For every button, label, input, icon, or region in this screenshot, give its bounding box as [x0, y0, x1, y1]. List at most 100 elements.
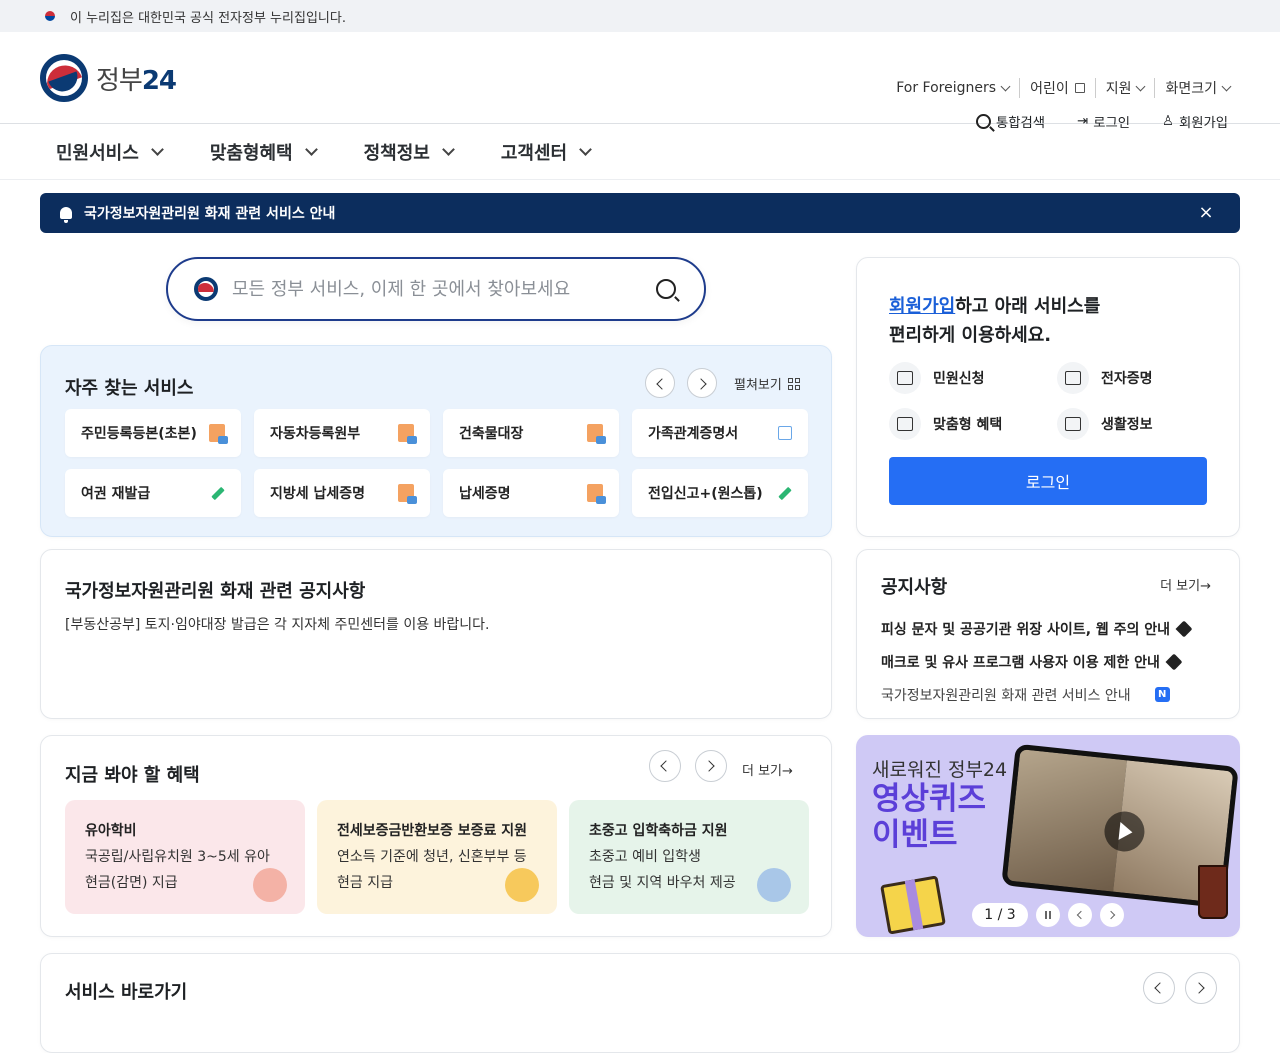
prev-arrow-button[interactable] — [1068, 903, 1092, 927]
promo-pager: 1 / 3 — [972, 903, 1028, 927]
pause-icon[interactable] — [1036, 903, 1060, 927]
benefit-card[interactable]: 전세보증금반환보증 보증료 지원 연소득 기준에 청년, 신혼부부 등 현금 지… — [317, 800, 557, 914]
expand-button[interactable]: 펼쳐보기 — [734, 374, 800, 393]
login-icon: ⇥ — [1077, 114, 1089, 129]
login-button[interactable]: 로그인 — [889, 457, 1207, 505]
service-tile[interactable]: 전입신고+(원스톱) — [632, 469, 808, 517]
pen-icon — [776, 485, 792, 501]
search-icon — [975, 114, 991, 129]
document-icon — [209, 424, 228, 444]
nav-policy-info[interactable]: 정책정보 — [364, 139, 455, 165]
service-tile[interactable]: 지방세 납세증명 — [254, 469, 430, 517]
alert-banner[interactable]: 국가정보자원관리원 화재 관련 서비스 안내 × — [40, 193, 1240, 233]
close-icon[interactable]: × — [1198, 204, 1214, 222]
header-actions: 통합검색 ⇥ 로그인 ♙ 회원가입 — [975, 112, 1228, 131]
for-foreigners-menu[interactable]: For Foreigners — [886, 80, 1019, 96]
chevron-down-icon — [1221, 81, 1232, 91]
service-shortcut-panel: 서비스 바로가기 — [40, 953, 1240, 1053]
login-panel: 회원가입하고 아래 서비스를 편리하게 이용하세요. 민원신청 전자증명 맞춤형… — [856, 257, 1240, 537]
benefits-more-link[interactable]: 더 보기→ — [742, 760, 793, 779]
service-e-certificate: 전자증명 — [1057, 362, 1207, 394]
chevron-down-icon — [150, 143, 164, 156]
notice-item[interactable]: 매크로 및 유사 프로그램 사용자 이용 제한 안내 — [881, 645, 1211, 678]
notice-more-link[interactable]: 더 보기→ — [1160, 575, 1211, 594]
alert-text: 국가정보자원관리원 화재 관련 서비스 안내 — [84, 206, 336, 222]
benefit-card[interactable]: 초중고 입학축하금 지원 초중고 예비 입학생 현금 및 지역 바우처 제공 — [569, 800, 809, 914]
drink-cup-icon — [1198, 865, 1228, 919]
chevron-down-icon — [579, 143, 592, 156]
bell-icon — [60, 207, 72, 223]
promo-subtitle: 새로워진 정부24 — [872, 759, 1008, 781]
service-tile[interactable]: 납세증명 — [443, 469, 619, 517]
gift-box-icon — [880, 875, 946, 935]
shortcut-title: 서비스 바로가기 — [65, 982, 188, 1003]
service-tile[interactable]: 가족관계증명서 — [632, 409, 808, 457]
document-icon — [398, 484, 417, 504]
screen-size-menu[interactable]: 화면크기 — [1154, 78, 1240, 98]
pin-icon — [1175, 620, 1193, 637]
login-link[interactable]: ⇥ 로그인 — [1077, 112, 1130, 131]
main-search — [166, 257, 706, 321]
prev-arrow-button[interactable] — [1143, 972, 1175, 1004]
student-character-icon — [757, 868, 791, 902]
signup-inline-link[interactable]: 회원가입 — [889, 296, 955, 317]
search-icon[interactable] — [656, 279, 676, 299]
login-prompt: 회원가입하고 아래 서비스를 편리하게 이용하세요. — [889, 296, 1101, 346]
nav-customer-center[interactable]: 고객센터 — [501, 139, 592, 165]
taegeuk-logo-icon — [40, 54, 88, 102]
service-tile[interactable]: 주민등록등본(초본) — [65, 409, 241, 457]
prev-arrow-button[interactable] — [645, 368, 675, 398]
certificate-icon — [1057, 362, 1089, 394]
nav-civil-service[interactable]: 민원서비스 — [56, 139, 164, 165]
site-header: 정부24 For Foreigners 어린이 지원 화면크기 통합검색 ⇥ 로그… — [0, 32, 1280, 131]
notice-item[interactable]: 피싱 문자 및 공공기관 위장 사이트, 웹 주의 안내 — [881, 612, 1211, 645]
chevron-down-icon — [1136, 81, 1146, 91]
notice-item[interactable]: 국가정보자원관리원 화재 관련 서비스 안내 N — [881, 678, 1211, 711]
document-icon — [587, 424, 606, 444]
nav-custom-benefits[interactable]: 맞춤형혜택 — [210, 139, 318, 165]
frequent-services-panel: 자주 찾는 서비스 펼쳐보기 주민등록등본(초본) 자동차등록원부 건축물대장 … — [40, 345, 832, 537]
next-arrow-button[interactable] — [1100, 903, 1124, 927]
chevron-down-icon — [442, 143, 455, 156]
notice-panel: 공지사항 더 보기→ 피싱 문자 및 공공기관 위장 사이트, 웹 주의 안내 … — [856, 549, 1240, 719]
prev-arrow-button[interactable] — [649, 750, 681, 782]
service-civil-application: 민원신청 — [889, 362, 1057, 394]
search-input[interactable] — [232, 278, 632, 300]
chevron-down-icon — [1000, 81, 1011, 91]
document-icon — [587, 484, 606, 504]
gift-icon — [889, 408, 921, 440]
next-arrow-button[interactable] — [695, 750, 727, 782]
service-tile[interactable]: 건축물대장 — [443, 409, 619, 457]
service-life-info: 생활정보 — [1057, 408, 1207, 440]
pen-icon — [209, 485, 225, 501]
gov-banner-text: 이 누리집은 대한민국 공식 전자정부 누리집입니다. — [70, 10, 346, 26]
service-tile[interactable]: 자동차등록원부 — [254, 409, 430, 457]
logo-wordmark: 정부24 — [96, 65, 177, 96]
external-link-icon — [778, 426, 792, 440]
pin-icon — [1165, 653, 1183, 670]
gov-banner: 이 누리집은 대한민국 공식 전자정부 누리집입니다. — [0, 0, 1280, 32]
chevron-down-icon — [304, 143, 318, 156]
fire-notice-panel[interactable]: 국가정보자원관리원 화재 관련 공지사항 [부동산공부] 토지·임야대장 발급은… — [40, 549, 832, 719]
promo-title: 영상퀴즈 이벤트 — [872, 781, 987, 853]
benefits-title: 지금 봐야 할 혜택 — [65, 765, 200, 786]
envelope-icon — [889, 362, 921, 394]
benefits-panel: 지금 봐야 할 혜택 더 보기→ 유아학비 국공립/사립유치원 3~5세 유아 … — [40, 735, 832, 937]
promo-banner[interactable]: 새로워진 정부24 영상퀴즈 이벤트 1 / 3 — [856, 735, 1240, 937]
document-icon — [398, 424, 417, 444]
next-arrow-button[interactable] — [687, 368, 717, 398]
integrated-search-button[interactable]: 통합검색 — [975, 112, 1045, 131]
site-logo[interactable]: 정부24 — [40, 54, 177, 102]
benefit-card[interactable]: 유아학비 국공립/사립유치원 3~5세 유아 현금(감면) 지급 — [65, 800, 305, 914]
utility-menu: For Foreigners 어린이 지원 화면크기 — [886, 78, 1240, 98]
next-arrow-button[interactable] — [1185, 972, 1217, 1004]
service-tile[interactable]: 여권 재발급 — [65, 469, 241, 517]
signup-link[interactable]: ♙ 회원가입 — [1162, 112, 1228, 131]
user-add-icon: ♙ — [1161, 114, 1174, 129]
kids-link[interactable]: 어린이 — [1019, 78, 1095, 98]
child-character-icon — [253, 868, 287, 902]
support-menu[interactable]: 지원 — [1094, 78, 1155, 98]
frequent-services-title: 자주 찾는 서비스 — [65, 378, 194, 399]
fire-notice-body: [부동산공부] 토지·임야대장 발급은 각 지자체 주민센터를 이용 바랍니다. — [65, 617, 490, 633]
korea-flag-icon — [40, 9, 60, 23]
